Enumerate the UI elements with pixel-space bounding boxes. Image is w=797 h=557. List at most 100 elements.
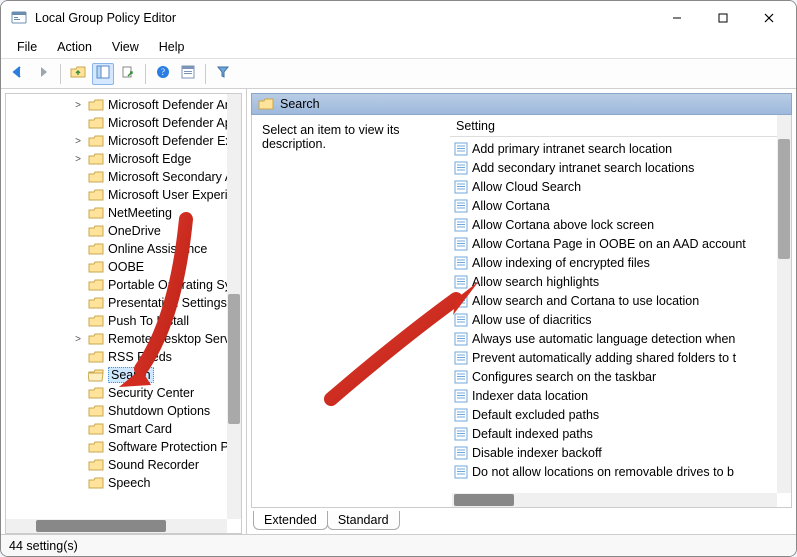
- policy-setting-icon: [454, 313, 468, 327]
- chevron-right-icon[interactable]: >: [72, 154, 84, 165]
- scrollbar-thumb[interactable]: [454, 494, 514, 506]
- tree-item[interactable]: Portable Operating Syste: [6, 276, 241, 294]
- forward-button[interactable]: [32, 63, 54, 85]
- minimize-button[interactable]: [654, 3, 700, 33]
- policy-setting-icon: [454, 218, 468, 232]
- tree-item[interactable]: Shutdown Options: [6, 402, 241, 420]
- toolbar-separator: [205, 64, 206, 84]
- tree-item[interactable]: RSS Feeds: [6, 348, 241, 366]
- tree-item[interactable]: Search: [6, 366, 241, 384]
- description-column: Select an item to view its description.: [252, 115, 450, 507]
- setting-item[interactable]: Allow Cloud Search: [450, 177, 791, 196]
- tree-item[interactable]: Speech: [6, 474, 241, 492]
- setting-item[interactable]: Prevent automatically adding shared fold…: [450, 348, 791, 367]
- tree-item[interactable]: Software Protection Platf: [6, 438, 241, 456]
- tree-item[interactable]: Microsoft Secondary Aut: [6, 168, 241, 186]
- setting-item[interactable]: Add primary intranet search location: [450, 139, 791, 158]
- setting-item[interactable]: Always use automatic language detection …: [450, 329, 791, 348]
- scrollbar-thumb[interactable]: [778, 139, 790, 259]
- tree-vertical-scrollbar[interactable]: [227, 94, 241, 519]
- tree-item-label: Portable Operating Syste: [108, 278, 242, 292]
- up-button[interactable]: [67, 63, 89, 85]
- policy-setting-icon: [454, 408, 468, 422]
- setting-label: Do not allow locations on removable driv…: [472, 465, 734, 479]
- tree-item[interactable]: Presentation Settings: [6, 294, 241, 312]
- setting-item[interactable]: Do not allow locations on removable driv…: [450, 462, 791, 481]
- tree-item-label: Push To Install: [108, 314, 189, 328]
- tree-item[interactable]: >Microsoft Edge: [6, 150, 241, 168]
- tree-item[interactable]: Microsoft User Experienc: [6, 186, 241, 204]
- setting-item[interactable]: Allow search and Cortana to use location: [450, 291, 791, 310]
- policy-setting-icon: [454, 256, 468, 270]
- folder-icon: [88, 368, 104, 382]
- tree-item[interactable]: Sound Recorder: [6, 456, 241, 474]
- tree-item[interactable]: Push To Install: [6, 312, 241, 330]
- setting-item[interactable]: Allow Cortana Page in OOBE on an AAD acc…: [450, 234, 791, 253]
- setting-item[interactable]: Default excluded paths: [450, 405, 791, 424]
- setting-item[interactable]: Allow use of diacritics: [450, 310, 791, 329]
- details-header: Search: [251, 93, 792, 115]
- tree-item-label: Microsoft Defender App: [108, 116, 239, 130]
- settings-vertical-scrollbar[interactable]: [777, 115, 791, 493]
- tree-item-label: Remote Desktop Service: [108, 332, 242, 346]
- tree-item[interactable]: NetMeeting: [6, 204, 241, 222]
- setting-item[interactable]: Disable indexer backoff: [450, 443, 791, 462]
- setting-item[interactable]: Allow Cortana above lock screen: [450, 215, 791, 234]
- help-button[interactable]: ?: [152, 63, 174, 85]
- chevron-right-icon[interactable]: >: [72, 136, 84, 147]
- help-icon: ?: [156, 65, 170, 82]
- filter-button[interactable]: [212, 63, 234, 85]
- tree-item-label: Presentation Settings: [108, 296, 227, 310]
- setting-item[interactable]: Default indexed paths: [450, 424, 791, 443]
- tree-item[interactable]: Online Assistance: [6, 240, 241, 258]
- tree-item-label: Software Protection Platf: [108, 440, 242, 454]
- tree-item[interactable]: >Microsoft Defender Anti: [6, 96, 241, 114]
- properties-button[interactable]: [177, 63, 199, 85]
- setting-label: Indexer data location: [472, 389, 588, 403]
- setting-item[interactable]: Add secondary intranet search locations: [450, 158, 791, 177]
- setting-item[interactable]: Indexer data location: [450, 386, 791, 405]
- setting-label: Allow search and Cortana to use location: [472, 294, 699, 308]
- setting-item[interactable]: Allow indexing of encrypted files: [450, 253, 791, 272]
- policy-setting-icon: [454, 275, 468, 289]
- folder-icon: [88, 350, 104, 364]
- setting-item[interactable]: Allow search highlights: [450, 272, 791, 291]
- chevron-right-icon[interactable]: >: [72, 100, 84, 111]
- tree-item[interactable]: Security Center: [6, 384, 241, 402]
- tree-item[interactable]: >Microsoft Defender Expl: [6, 132, 241, 150]
- folder-icon: [88, 206, 104, 220]
- tab-standard[interactable]: Standard: [327, 511, 400, 530]
- tree-item[interactable]: Smart Card: [6, 420, 241, 438]
- tree-horizontal-scrollbar[interactable]: [6, 519, 227, 533]
- tree-item-label: OOBE: [108, 260, 144, 274]
- export-button[interactable]: [117, 63, 139, 85]
- menu-action[interactable]: Action: [47, 37, 102, 57]
- scrollbar-thumb[interactable]: [228, 294, 240, 424]
- toolbar-separator: [60, 64, 61, 84]
- chevron-right-icon[interactable]: >: [72, 334, 84, 345]
- menu-view[interactable]: View: [102, 37, 149, 57]
- setting-item[interactable]: Configures search on the taskbar: [450, 367, 791, 386]
- tab-extended[interactable]: Extended: [253, 511, 328, 530]
- policy-setting-icon: [454, 199, 468, 213]
- setting-item[interactable]: Allow Cortana: [450, 196, 791, 215]
- show-hide-tree-button[interactable]: [92, 63, 114, 85]
- back-button[interactable]: [7, 63, 29, 85]
- tree-pane: >Microsoft Defender Anti Microsoft Defend…: [1, 89, 247, 534]
- menu-help[interactable]: Help: [149, 37, 195, 57]
- settings-horizontal-scrollbar[interactable]: [452, 493, 777, 507]
- menu-file[interactable]: File: [7, 37, 47, 57]
- setting-label: Prevent automatically adding shared fold…: [472, 351, 736, 365]
- folder-icon: [88, 440, 104, 454]
- setting-label: Allow Cortana Page in OOBE on an AAD acc…: [472, 237, 746, 251]
- tree-item[interactable]: Microsoft Defender App: [6, 114, 241, 132]
- close-button[interactable]: [746, 3, 792, 33]
- settings-column-header[interactable]: Setting: [450, 115, 791, 137]
- tree-item[interactable]: OneDrive: [6, 222, 241, 240]
- tree-item[interactable]: OOBE: [6, 258, 241, 276]
- scrollbar-thumb[interactable]: [36, 520, 166, 532]
- tree-item[interactable]: > Remote Desktop Service: [6, 330, 241, 348]
- maximize-button[interactable]: [700, 3, 746, 33]
- folder-icon: [88, 332, 104, 346]
- details-body: Select an item to view its description. …: [251, 115, 792, 508]
